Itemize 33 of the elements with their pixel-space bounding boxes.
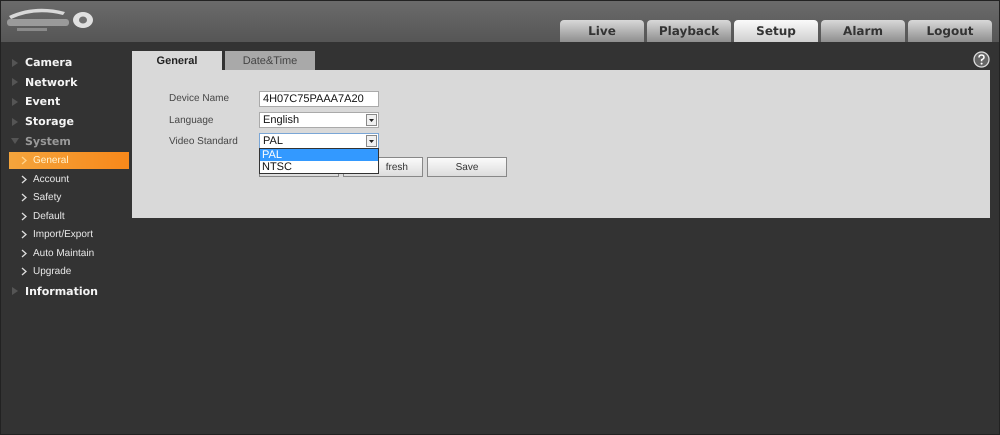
tab[interactable]: Date&Time <box>225 51 315 70</box>
dropdown-field[interactable]: English <box>259 112 379 128</box>
sidebar-item[interactable]: Storage <box>1 112 131 132</box>
collapsed-triangle-icon <box>11 98 19 106</box>
sidebar-item[interactable]: Camera <box>1 53 131 73</box>
sidebar-item[interactable]: Event <box>1 92 131 112</box>
nav-tab[interactable]: Live <box>560 20 644 42</box>
sidebar-subitem[interactable]: Import/Export <box>9 226 129 244</box>
sidebar-subitem[interactable]: Safety <box>9 188 129 206</box>
nav-tab[interactable]: Playback <box>647 20 731 42</box>
dropdown-field[interactable]: PAL <box>259 133 379 149</box>
collapsed-triangle-icon <box>11 118 19 126</box>
help-icon[interactable] <box>973 51 990 68</box>
sidebar-item[interactable]: Information <box>1 281 131 302</box>
field-label: Language <box>169 114 214 126</box>
collapsed-triangle-icon <box>11 78 19 86</box>
sidebar-subitem[interactable]: Auto Maintain <box>9 244 129 262</box>
nav-tab[interactable]: Alarm <box>821 20 905 42</box>
nav-tab[interactable]: Setup <box>734 20 818 42</box>
collapsed-triangle-icon <box>11 287 19 296</box>
text-field[interactable]: 4H07C75PAAA7A20 <box>259 91 379 107</box>
sidebar-item[interactable]: System <box>1 131 131 151</box>
tab[interactable]: General <box>132 51 222 70</box>
button[interactable]: Save <box>427 157 507 177</box>
collapsed-triangle-icon <box>11 58 19 67</box>
sidebar-item[interactable]: Network <box>1 72 131 92</box>
field-label: Video Standard <box>169 136 239 146</box>
expanded-triangle-icon <box>11 137 19 146</box>
nav-tab[interactable]: Logout <box>908 20 992 42</box>
sidebar-subitem[interactable]: Default <box>9 207 129 225</box>
sidebar-subitem[interactable]: Account <box>9 170 129 188</box>
field-label: Device Name <box>169 92 230 104</box>
sidebar-subitem[interactable]: Upgrade <box>9 262 129 280</box>
